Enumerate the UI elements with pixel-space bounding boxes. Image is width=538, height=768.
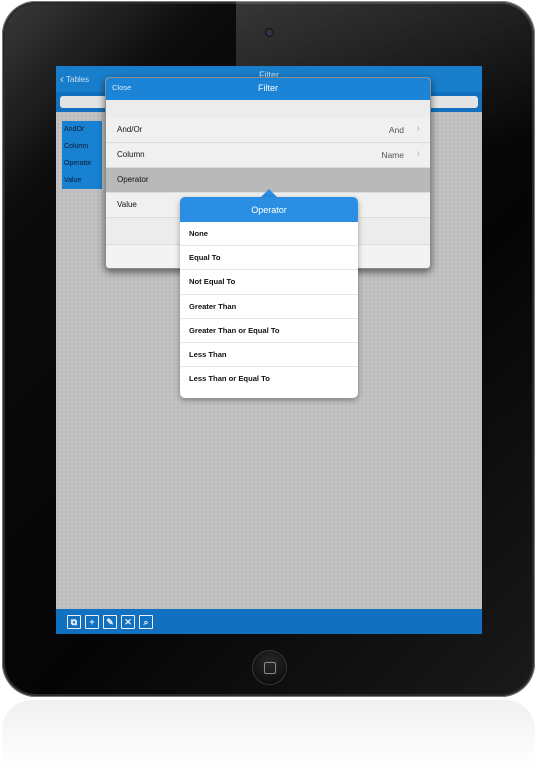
operator-option-none[interactable]: None xyxy=(180,222,358,247)
chevron-right-icon: › xyxy=(416,173,420,184)
device-reflection xyxy=(2,700,535,768)
operator-option-equal-to[interactable]: Equal To xyxy=(180,246,358,271)
popover-arrow xyxy=(261,189,277,197)
row-value: And xyxy=(388,125,404,135)
operator-option-greater-than[interactable]: Greater Than xyxy=(180,295,358,319)
row-value: Name xyxy=(381,150,404,160)
operator-popover: Operator None Equal To Not Equal To Grea… xyxy=(180,197,358,398)
camera-icon xyxy=(266,29,273,36)
row-label: Operator xyxy=(117,175,149,184)
row-column[interactable]: Column Name › xyxy=(106,143,430,168)
home-button[interactable] xyxy=(253,651,286,684)
operator-option-less-than-or-equal-to[interactable]: Less Than or Equal To xyxy=(180,367,358,391)
row-label: Value xyxy=(117,200,137,209)
row-label: And/Or xyxy=(117,125,143,134)
operator-option-not-equal-to[interactable]: Not Equal To xyxy=(180,270,358,295)
chevron-right-icon: › xyxy=(416,148,420,159)
home-square-icon xyxy=(264,662,276,674)
modal-header: Close Filter xyxy=(106,78,430,100)
operator-option-greater-than-or-equal-to[interactable]: Greater Than or Equal To xyxy=(180,319,358,343)
modal-title: Filter xyxy=(258,83,278,93)
popover-title: Operator xyxy=(180,197,358,222)
chevron-right-icon: › xyxy=(416,123,420,134)
row-and-or[interactable]: And/Or And › xyxy=(106,118,430,143)
modal-spacer xyxy=(106,100,430,118)
operator-option-less-than[interactable]: Less Than xyxy=(180,343,358,368)
row-label: Column xyxy=(117,150,145,159)
